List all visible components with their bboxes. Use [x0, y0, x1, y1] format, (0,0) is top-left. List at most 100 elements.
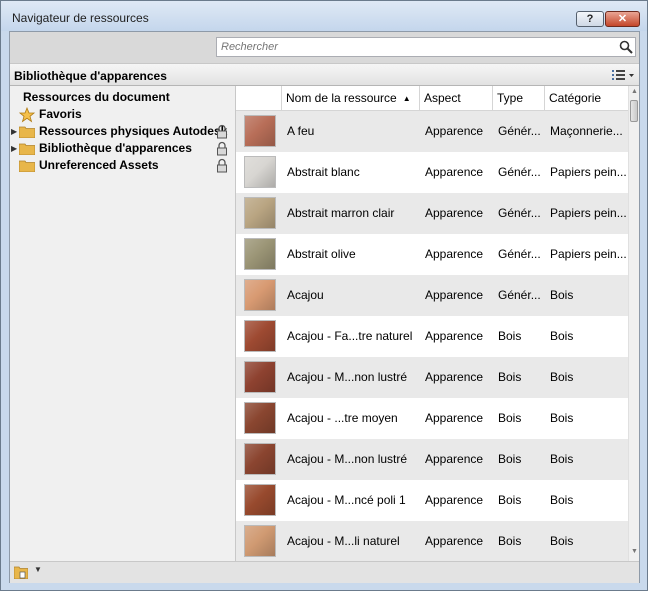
cell-aspect: Apparence	[425, 288, 484, 302]
tree-item-unreferenced-assets[interactable]: Unreferenced Assets	[10, 157, 235, 174]
cell-name: Abstrait marron clair	[287, 206, 395, 220]
cell-name: Acajou - M...li naturel	[287, 534, 400, 548]
column-header-label: Type	[497, 91, 524, 105]
open-library-icon[interactable]	[14, 566, 28, 579]
table-row[interactable]: Abstrait olive Apparence Génér... Papiers p…	[236, 234, 628, 275]
cell-type: Génér...	[498, 247, 541, 261]
cell-name: Acajou - M...non lustré	[287, 370, 408, 384]
view-options-icon[interactable]	[610, 67, 636, 83]
cell-type: Bois	[498, 452, 522, 466]
vertical-scrollbar[interactable]: ▲ ▼	[628, 86, 639, 561]
material-thumbnail	[244, 484, 276, 516]
column-header-thumbnail[interactable]	[236, 86, 281, 110]
column-header-name[interactable]: Nom de la ressource ▲	[281, 86, 419, 110]
material-thumbnail	[244, 402, 276, 434]
column-header-type[interactable]: Type	[492, 86, 544, 110]
material-thumbnail	[244, 238, 276, 270]
folder-icon	[19, 126, 35, 138]
lock-icon	[217, 141, 227, 156]
expand-arrow-icon[interactable]: ▶	[11, 140, 17, 157]
cell-aspect: Apparence	[425, 124, 484, 138]
scroll-down-icon[interactable]: ▼	[631, 548, 638, 555]
table-row[interactable]: Acajou - M...li naturel Apparence Bois Bois	[236, 521, 628, 561]
cell-aspect: Apparence	[425, 329, 484, 343]
lock-icon	[217, 158, 227, 173]
expand-arrow-icon[interactable]: ▶	[11, 123, 17, 140]
cell-type: Génér...	[498, 124, 541, 138]
table-row[interactable]: Acajou - M...non lustré Apparence Bois Bois	[236, 439, 628, 480]
lock-icon	[217, 124, 227, 139]
cell-category: Bois	[550, 329, 574, 343]
search-bar	[10, 32, 639, 63]
column-header-label: Aspect	[424, 91, 461, 105]
sort-ascending-icon: ▲	[402, 94, 411, 103]
cell-type: Bois	[498, 493, 522, 507]
table-row[interactable]: Acajou - M...non lustré Apparence Bois Bois	[236, 357, 628, 398]
column-header-label: Catégorie	[549, 91, 602, 105]
cell-type: Génér...	[498, 288, 541, 302]
cell-category: Maçonnerie...	[550, 124, 623, 138]
folder-icon	[19, 160, 35, 172]
dropdown-arrow-icon[interactable]: ▼	[34, 565, 42, 574]
cell-category: Bois	[550, 493, 574, 507]
help-button[interactable]: ?	[576, 11, 604, 27]
scroll-up-icon[interactable]: ▲	[631, 88, 638, 95]
column-header-aspect[interactable]: Aspect	[419, 86, 492, 110]
cell-category: Papiers pein...	[550, 247, 627, 261]
cell-aspect: Apparence	[425, 370, 484, 384]
table-row[interactable]: Abstrait marron clair Apparence Génér... Pa…	[236, 193, 628, 234]
cell-aspect: Apparence	[425, 411, 484, 425]
cell-aspect: Apparence	[425, 165, 484, 179]
table-row[interactable]: Acajou - ...tre moyen Apparence Bois Bois	[236, 398, 628, 439]
column-header-category[interactable]: Catégorie	[544, 86, 628, 110]
table-header: Nom de la ressource ▲ Aspect Type Catégor…	[236, 86, 628, 111]
asset-table: Nom de la ressource ▲ Aspect Type Catégor…	[236, 86, 639, 561]
table-row[interactable]: Acajou - M...ncé poli 1 Apparence Bois Bois	[236, 480, 628, 521]
cell-type: Bois	[498, 370, 522, 384]
tree-item-autodesk-physical[interactable]: ▶ Ressources physiques Autodesk	[10, 123, 235, 140]
cell-name: Acajou - M...non lustré	[287, 452, 408, 466]
cell-aspect: Apparence	[425, 247, 484, 261]
material-thumbnail	[244, 279, 276, 311]
table-row[interactable]: Abstrait blanc Apparence Génér... Papiers p…	[236, 152, 628, 193]
material-thumbnail	[244, 361, 276, 393]
material-thumbnail	[244, 115, 276, 147]
tree-header-document-resources[interactable]: Ressources du document	[23, 89, 170, 106]
footer-bar: ▼	[10, 561, 639, 583]
tree-item-label: Unreferenced Assets	[39, 158, 159, 172]
window-title: Navigateur de ressources	[12, 11, 149, 25]
search-icon[interactable]	[619, 40, 633, 54]
tree-item-appearance-library[interactable]: ▶ Bibliothèque d'apparences	[10, 140, 235, 157]
table-row[interactable]: A feu Apparence Génér... Maçonnerie...	[236, 111, 628, 152]
cell-name: Abstrait blanc	[287, 165, 360, 179]
scrollbar-thumb[interactable]	[630, 100, 638, 122]
material-thumbnail	[244, 156, 276, 188]
material-thumbnail	[244, 443, 276, 475]
cell-aspect: Apparence	[425, 206, 484, 220]
cell-type: Bois	[498, 411, 522, 425]
folder-icon	[19, 143, 35, 155]
cell-type: Génér...	[498, 206, 541, 220]
library-header: Bibliothèque d'apparences	[10, 63, 639, 86]
cell-type: Génér...	[498, 165, 541, 179]
column-header-label: Nom de la ressource	[286, 91, 397, 105]
cell-name: Acajou	[287, 288, 324, 302]
cell-category: Bois	[550, 411, 574, 425]
library-tree: Ressources du document Favoris ▶ Ressour…	[10, 86, 236, 561]
table-row[interactable]: Acajou Apparence Génér... Bois	[236, 275, 628, 316]
cell-name: Abstrait olive	[287, 247, 356, 261]
cell-type: Bois	[498, 534, 522, 548]
tree-item-label: Bibliothèque d'apparences	[39, 141, 192, 155]
close-button[interactable]: ✕	[605, 11, 640, 27]
material-thumbnail	[244, 197, 276, 229]
cell-type: Bois	[498, 329, 522, 343]
tree-header-label: Ressources du document	[23, 90, 170, 104]
material-thumbnail	[244, 525, 276, 557]
search-input[interactable]	[216, 37, 636, 57]
title-bar[interactable]: Navigateur de ressources ? ✕	[1, 1, 647, 31]
cell-name: Acajou - ...tre moyen	[287, 411, 398, 425]
table-row[interactable]: Acajou - Fa...tre naturel Apparence Bois Bo…	[236, 316, 628, 357]
cell-name: A feu	[287, 124, 315, 138]
star-icon	[19, 107, 35, 123]
material-thumbnail	[244, 320, 276, 352]
